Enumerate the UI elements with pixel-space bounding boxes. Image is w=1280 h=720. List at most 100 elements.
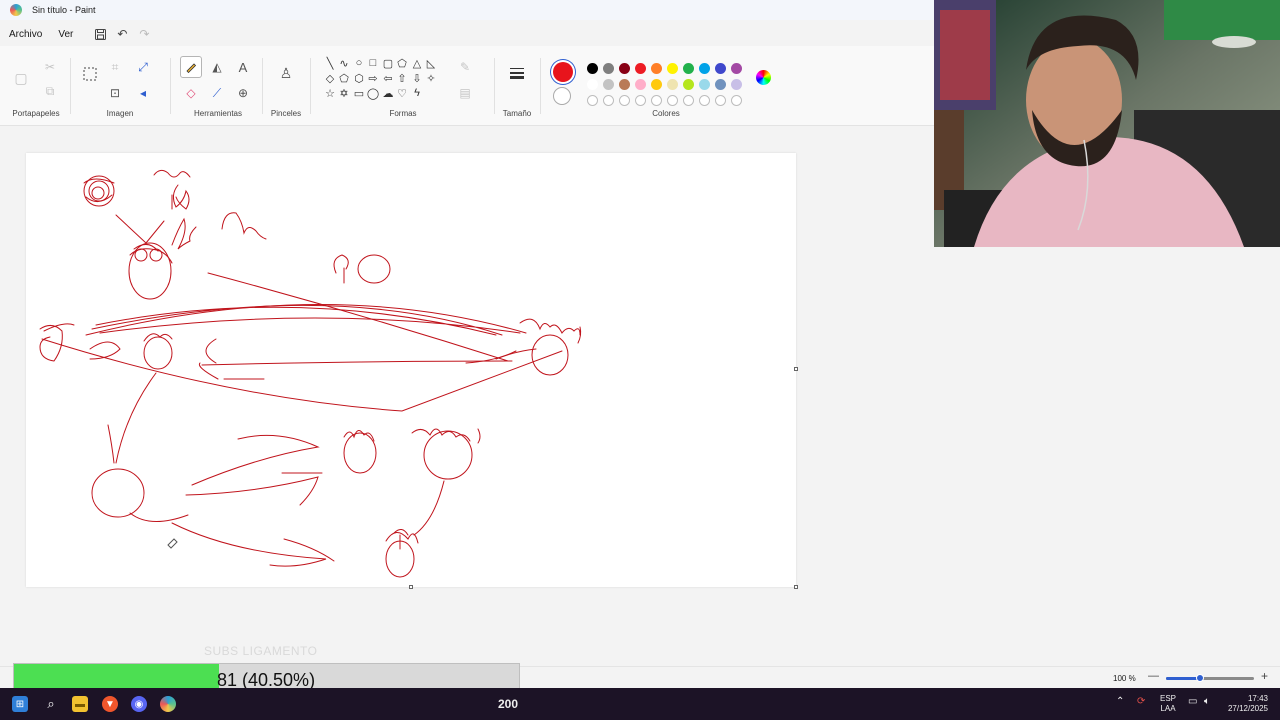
arrow-right-shape-icon[interactable]: ⇨: [366, 71, 380, 85]
palette-swatch[interactable]: [699, 95, 710, 106]
pencil-icon[interactable]: [180, 56, 202, 78]
resize-handle-right[interactable]: [794, 367, 798, 371]
image-search-icon[interactable]: ⊡: [104, 82, 126, 104]
right-triangle-shape-icon[interactable]: ◺: [424, 56, 438, 70]
file-explorer-icon[interactable]: ▬: [72, 696, 88, 712]
rectangle-shape-icon[interactable]: □: [366, 56, 380, 70]
drawing-canvas[interactable]: [26, 153, 798, 589]
star4-shape-icon[interactable]: ✧: [424, 71, 438, 85]
palette-swatch[interactable]: [603, 95, 614, 106]
zoom-out-icon[interactable]: —: [1148, 670, 1159, 682]
crop-icon[interactable]: ⌗: [104, 56, 126, 78]
brave-browser-icon[interactable]: ▼: [102, 696, 118, 712]
callout-cloud-shape-icon[interactable]: ☁: [381, 86, 395, 100]
palette-swatch[interactable]: [731, 79, 742, 90]
brush-icon[interactable]: ♙: [275, 62, 297, 84]
diamond-shape-icon[interactable]: ◇: [323, 71, 337, 85]
palette-swatch[interactable]: [651, 79, 662, 90]
rounded-rect-shape-icon[interactable]: ▢: [381, 56, 395, 70]
magnifier-icon[interactable]: ⊕: [232, 82, 254, 104]
copy-icon[interactable]: ⧉: [39, 80, 61, 102]
resize-handle-bottom[interactable]: [409, 585, 413, 589]
palette-swatch[interactable]: [587, 63, 598, 74]
save-icon[interactable]: [89, 23, 111, 45]
palette-swatch[interactable]: [603, 63, 614, 74]
palette-swatch[interactable]: [587, 79, 598, 90]
line-shape-icon[interactable]: ╲: [323, 56, 337, 70]
palette-swatch[interactable]: [619, 79, 630, 90]
select-icon[interactable]: [78, 62, 102, 86]
star6-shape-icon[interactable]: ✡: [337, 86, 351, 100]
fill-bucket-icon[interactable]: ◭: [206, 56, 228, 78]
palette-swatch[interactable]: [651, 63, 662, 74]
brushes-label: Pinceles: [270, 109, 302, 118]
arrow-up-shape-icon[interactable]: ⇧: [395, 71, 409, 85]
palette-swatch[interactable]: [587, 95, 598, 106]
oval-shape-icon[interactable]: ○: [352, 56, 366, 70]
eraser-icon[interactable]: ◇: [180, 82, 202, 104]
palette-swatch[interactable]: [619, 95, 630, 106]
polygon-shape-icon[interactable]: ⬠: [395, 56, 409, 70]
size-icon[interactable]: [506, 62, 528, 84]
paste-icon[interactable]: ▢: [10, 60, 32, 96]
undo-icon[interactable]: ↶: [111, 23, 133, 45]
secondary-color[interactable]: [553, 87, 571, 105]
menu-view[interactable]: Ver: [58, 26, 81, 43]
palette-swatch[interactable]: [715, 63, 726, 74]
discord-icon[interactable]: ◉: [131, 696, 147, 712]
palette-swatch[interactable]: [683, 63, 694, 74]
zoom-slider[interactable]: [1166, 674, 1254, 682]
palette-swatch[interactable]: [731, 95, 742, 106]
palette-swatch[interactable]: [667, 95, 678, 106]
primary-color[interactable]: [553, 62, 573, 82]
palette-swatch[interactable]: [603, 79, 614, 90]
palette-swatch[interactable]: [635, 63, 646, 74]
color-picker-icon[interactable]: ⟋: [206, 82, 228, 104]
redo-icon[interactable]: ↷: [133, 23, 155, 45]
pentagon-shape-icon[interactable]: ⬠: [337, 71, 351, 85]
cut-icon[interactable]: ✂: [39, 56, 61, 78]
text-tool-icon[interactable]: A: [232, 56, 254, 78]
paint-taskbar-icon[interactable]: [160, 696, 176, 712]
palette-swatch[interactable]: [699, 63, 710, 74]
lightning-shape-icon[interactable]: ϟ: [410, 86, 424, 100]
palette-swatch[interactable]: [699, 79, 710, 90]
triangle-shape-icon[interactable]: △: [410, 56, 424, 70]
palette-swatch[interactable]: [619, 63, 630, 74]
fill-icon[interactable]: ▤: [454, 82, 476, 104]
palette-swatch[interactable]: [731, 63, 742, 74]
palette-swatch[interactable]: [635, 79, 646, 90]
palette-swatch[interactable]: [667, 79, 678, 90]
sync-icon[interactable]: ⟳: [1137, 697, 1145, 707]
tray-chevron-icon[interactable]: ⌃: [1116, 697, 1124, 707]
zoom-slider-knob[interactable]: [1196, 674, 1204, 682]
zoom-in-icon[interactable]: +: [1261, 669, 1268, 683]
palette-swatch[interactable]: [667, 63, 678, 74]
start-icon[interactable]: ⊞: [12, 696, 28, 712]
callout-oval-shape-icon[interactable]: ◯: [366, 86, 380, 100]
volume-icon[interactable]: 🔈︎: [1204, 697, 1210, 707]
heart-shape-icon[interactable]: ♡: [395, 86, 409, 100]
arrow-left-shape-icon[interactable]: ⇦: [381, 71, 395, 85]
clock[interactable]: 17:43 27/12/2025: [1224, 694, 1268, 714]
palette-swatch[interactable]: [651, 95, 662, 106]
palette-swatch[interactable]: [683, 95, 694, 106]
palette-swatch[interactable]: [635, 95, 646, 106]
curve-shape-icon[interactable]: ∿: [337, 56, 351, 70]
search-icon[interactable]: ⌕: [43, 696, 59, 712]
outline-icon[interactable]: ✎: [454, 56, 476, 78]
resize-icon[interactable]: ⤢: [132, 56, 154, 78]
palette-swatch[interactable]: [715, 95, 726, 106]
language-indicator[interactable]: ESP LAA: [1160, 694, 1176, 714]
resize-handle-corner[interactable]: [794, 585, 798, 589]
rotate-icon[interactable]: ◂: [132, 82, 154, 104]
palette-swatch[interactable]: [683, 79, 694, 90]
callout-rect-shape-icon[interactable]: ▭: [352, 86, 366, 100]
network-icon[interactable]: ▭: [1188, 697, 1197, 707]
hexagon-shape-icon[interactable]: ⬡: [352, 71, 366, 85]
arrow-down-shape-icon[interactable]: ⇩: [410, 71, 424, 85]
palette-swatch[interactable]: [715, 79, 726, 90]
edit-colors-icon[interactable]: [756, 70, 771, 85]
star5-shape-icon[interactable]: ☆: [323, 86, 337, 100]
menu-file[interactable]: Archivo: [9, 26, 50, 43]
